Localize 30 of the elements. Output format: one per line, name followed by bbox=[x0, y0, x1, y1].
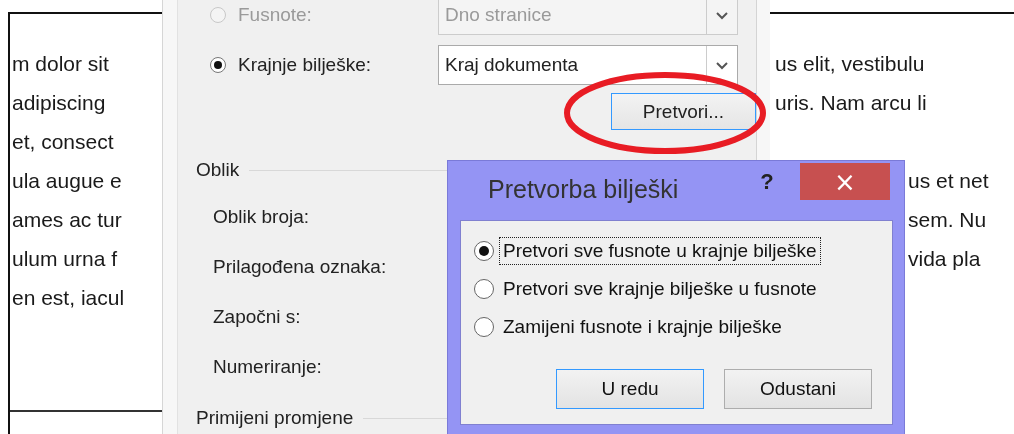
field-label: Numeriranje: bbox=[211, 356, 323, 378]
radio-label[interactable]: Pretvori sve krajnje bilješke u fusnote bbox=[499, 275, 821, 303]
radio-label[interactable]: Zamijeni fusnote i krajnje bilješke bbox=[499, 313, 786, 341]
close-button[interactable]: × bbox=[800, 163, 890, 200]
convert-button[interactable]: Pretvori... bbox=[610, 93, 756, 130]
text-line: uris. Nam arcu li bbox=[775, 90, 928, 116]
text-line: adipiscing bbox=[12, 90, 107, 116]
field-label: Prilagođena oznaka: bbox=[211, 256, 388, 278]
section-heading: Primijeni promjene bbox=[195, 407, 354, 429]
field-label: Započni s: bbox=[211, 306, 302, 328]
text-line: ames ac tur bbox=[12, 207, 123, 233]
text-line: et, consect bbox=[12, 129, 115, 155]
radio-label[interactable]: Pretvori sve fusnote u krajnje bilješke bbox=[499, 237, 821, 265]
radio-label: Fusnote: bbox=[237, 4, 313, 26]
text-line: ulum urna f bbox=[12, 246, 119, 272]
ok-button[interactable]: U redu bbox=[556, 369, 704, 409]
text-line: m dolor sit bbox=[12, 51, 110, 77]
section-heading: Oblik bbox=[195, 159, 240, 181]
cancel-button[interactable]: Odustani bbox=[724, 369, 872, 409]
radio-label: Krajnje bilješke: bbox=[237, 54, 373, 76]
dialog-title: Pretvorba bilješki bbox=[487, 174, 680, 204]
help-button[interactable]: ? bbox=[755, 167, 779, 197]
text-line: us elit, vestibulu bbox=[775, 51, 926, 77]
text-line: us et net bbox=[908, 168, 990, 194]
field-label: Oblik broja: bbox=[211, 206, 311, 228]
dropdown[interactable]: Kraj dokumenta bbox=[437, 45, 738, 85]
text-line: ula augue e bbox=[12, 168, 123, 194]
text-line: vida pla bbox=[908, 246, 982, 272]
text-line: en est, iacul bbox=[12, 285, 126, 311]
text-line: sem. Nu bbox=[908, 207, 988, 233]
